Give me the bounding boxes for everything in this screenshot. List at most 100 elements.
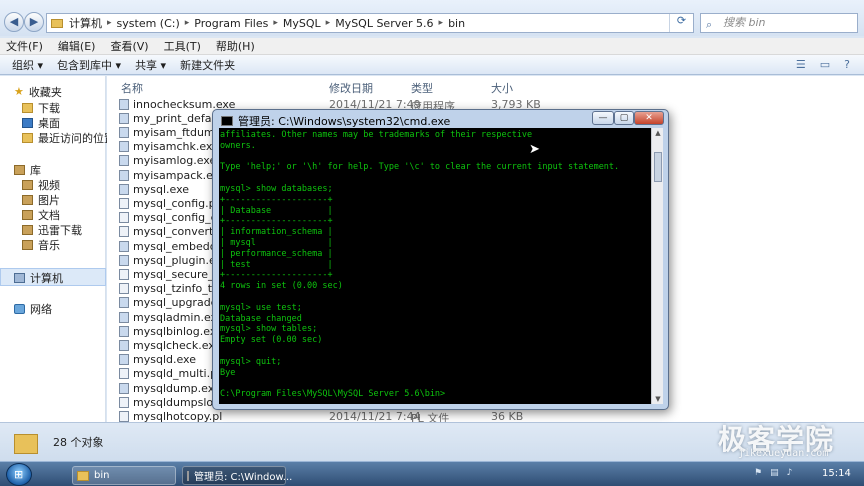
menu-view[interactable]: 查看(V) [110, 38, 148, 54]
taskbar: ⊞ bin 管理员: C:\Window... ⚑ ▤ ♪ 15:14 [0, 461, 864, 486]
nav-computer[interactable]: 计算机 [14, 270, 63, 286]
nav-desktop[interactable]: 桌面 [22, 115, 60, 131]
application-icon [119, 141, 129, 153]
file-row[interactable]: mysql.exe [119, 182, 189, 196]
nav-downloads[interactable]: 下载 [22, 100, 60, 116]
taskbar-cmd-button[interactable]: 管理员: C:\Window... [182, 466, 292, 485]
file-name: mysql_config.pl [133, 196, 219, 210]
volume-icon[interactable]: ♪ [787, 468, 793, 478]
scroll-thumb[interactable] [654, 152, 662, 182]
file-row[interactable]: mysqlbinlog.exe [119, 324, 223, 338]
console-line: mysql> show tables; [220, 324, 318, 335]
music-icon [22, 240, 33, 250]
toolbar: 组织 ▾ 包含到库中 ▾ 共享 ▾ 新建文件夹 ☰ ▭ ? [0, 55, 864, 75]
computer-icon [14, 273, 25, 283]
nav-documents[interactable]: 文档 [22, 207, 60, 223]
console-line: C:\Program Files\MySQL\MySQL Server 5.6\… [220, 389, 446, 400]
application-icon [119, 155, 129, 167]
start-button[interactable]: ⊞ [6, 463, 32, 486]
nav-pictures[interactable]: 图片 [22, 192, 60, 208]
application-icon [119, 339, 129, 351]
nav-libraries-label: 库 [30, 164, 41, 177]
crumb-bin[interactable]: bin [448, 17, 465, 30]
nav-videos[interactable]: 视频 [22, 177, 60, 193]
taskbar-explorer-button[interactable]: bin [72, 466, 176, 485]
nav-music[interactable]: 音乐 [22, 237, 60, 253]
nav-favorites[interactable]: ★ 收藏夹 [14, 84, 62, 100]
file-row[interactable]: mysqld_multi.pl [119, 367, 220, 381]
console-scrollbar[interactable]: ▲ ▼ [651, 128, 663, 404]
column-type[interactable]: 类型 [411, 80, 433, 96]
refresh-icon[interactable]: ⟳ [669, 14, 693, 32]
view-options-icon[interactable]: ☰ [796, 58, 806, 71]
file-icon [119, 368, 129, 380]
crumb-computer[interactable]: 计算机 [69, 15, 102, 31]
console-line: Type 'help;' or '\h' for help. Type '\c'… [220, 162, 620, 173]
menu-tools[interactable]: 工具(T) [164, 38, 201, 54]
file-row[interactable]: mysqldump.exe [119, 381, 221, 395]
share-button[interactable]: 共享 ▾ [135, 57, 166, 73]
file-row[interactable]: mysql_config.pl [119, 196, 219, 210]
navigation-pane: ★ 收藏夹 下载 桌面 最近访问的位置 库 视频 图片 文档 迅雷下载 音乐 计算… [0, 76, 115, 422]
crumb-system-c[interactable]: system (C:) [117, 17, 180, 30]
nav-libraries[interactable]: 库 [14, 162, 41, 178]
nav-recent[interactable]: 最近访问的位置 [22, 130, 115, 146]
crumb-mysql[interactable]: MySQL [283, 17, 321, 30]
nav-thunder[interactable]: 迅雷下载 [22, 222, 82, 238]
file-name: mysqlbinlog.exe [133, 324, 223, 338]
menu-help[interactable]: 帮助(H) [216, 38, 255, 54]
minimize-button[interactable]: — [592, 111, 614, 125]
application-icon [119, 297, 129, 309]
menu-file[interactable]: 文件(F) [6, 38, 43, 54]
preview-pane-icon[interactable]: ▭ [820, 58, 830, 71]
file-row[interactable]: myisampack.exe [119, 168, 226, 182]
mouse-cursor-icon: ➤ [529, 142, 540, 157]
file-icon [119, 226, 129, 238]
column-size[interactable]: 大小 [491, 80, 513, 96]
file-name: mysqlhotcopy.pl [133, 409, 223, 423]
crumb-mysql-server[interactable]: MySQL Server 5.6 [335, 17, 433, 30]
new-folder-button[interactable]: 新建文件夹 [180, 57, 235, 73]
star-icon: ★ [14, 85, 24, 98]
console-line: affiliates. Other names may be trademark… [220, 130, 533, 140]
application-icon [119, 169, 129, 181]
console-line: Database changed [220, 313, 302, 324]
object-count: 28 个对象 [53, 436, 104, 449]
clock[interactable]: 15:14 [822, 468, 851, 479]
include-library-button[interactable]: 包含到库中 ▾ [57, 57, 121, 73]
console-output[interactable]: affiliates. Other names may be trademark… [219, 128, 651, 404]
file-row[interactable]: myisamchk.exe [119, 140, 219, 154]
nav-computer-label: 计算机 [30, 272, 63, 285]
application-icon [119, 254, 129, 266]
address-bar[interactable]: 计算机 ▸ system (C:) ▸ Program Files ▸ MySQL ▸ … [46, 13, 694, 33]
console-line: mysql> use test; [220, 302, 302, 313]
organize-button[interactable]: 组织 ▾ [12, 57, 43, 73]
file-row[interactable]: mysqld.exe [119, 353, 196, 367]
file-name: myisamlog.exe [133, 154, 217, 168]
back-arrow-icon[interactable]: ◀ [4, 12, 24, 32]
forward-arrow-icon[interactable]: ▶ [24, 12, 44, 32]
column-date[interactable]: 修改日期 [329, 80, 373, 96]
console-line: | Database | [220, 205, 333, 216]
file-row[interactable]: myisamlog.exe [119, 154, 216, 168]
column-name[interactable]: 名称 [121, 80, 143, 96]
cmd-titlebar[interactable]: 管理员: C:\Windows\system32\cmd.exe [221, 113, 450, 129]
menu-edit[interactable]: 编辑(E) [58, 38, 96, 54]
scroll-up-icon[interactable]: ▲ [652, 129, 664, 137]
search-input[interactable]: ⌕ 搜索 bin [700, 13, 858, 33]
system-tray: ⚑ ▤ ♪ [754, 468, 792, 478]
scroll-down-icon[interactable]: ▼ [652, 395, 664, 403]
close-button[interactable]: ✕ [634, 111, 664, 125]
cmd-window[interactable]: 管理员: C:\Windows\system32\cmd.exe — ▢ ✕ a… [212, 109, 669, 410]
file-row[interactable]: mysqlcheck.exe [119, 338, 221, 352]
file-name: mysql.exe [133, 182, 190, 196]
flag-icon[interactable]: ⚑ [754, 468, 762, 478]
search-placeholder: 搜索 bin [723, 16, 766, 29]
help-icon[interactable]: ? [844, 58, 850, 71]
file-row[interactable]: mysqladmin.exe [119, 310, 223, 324]
maximize-button[interactable]: ▢ [614, 111, 634, 125]
network-tray-icon[interactable]: ▤ [770, 468, 779, 478]
crumb-program-files[interactable]: Program Files [194, 17, 268, 30]
nav-desktop-label: 桌面 [38, 117, 60, 130]
nav-network[interactable]: 网络 [14, 301, 52, 317]
